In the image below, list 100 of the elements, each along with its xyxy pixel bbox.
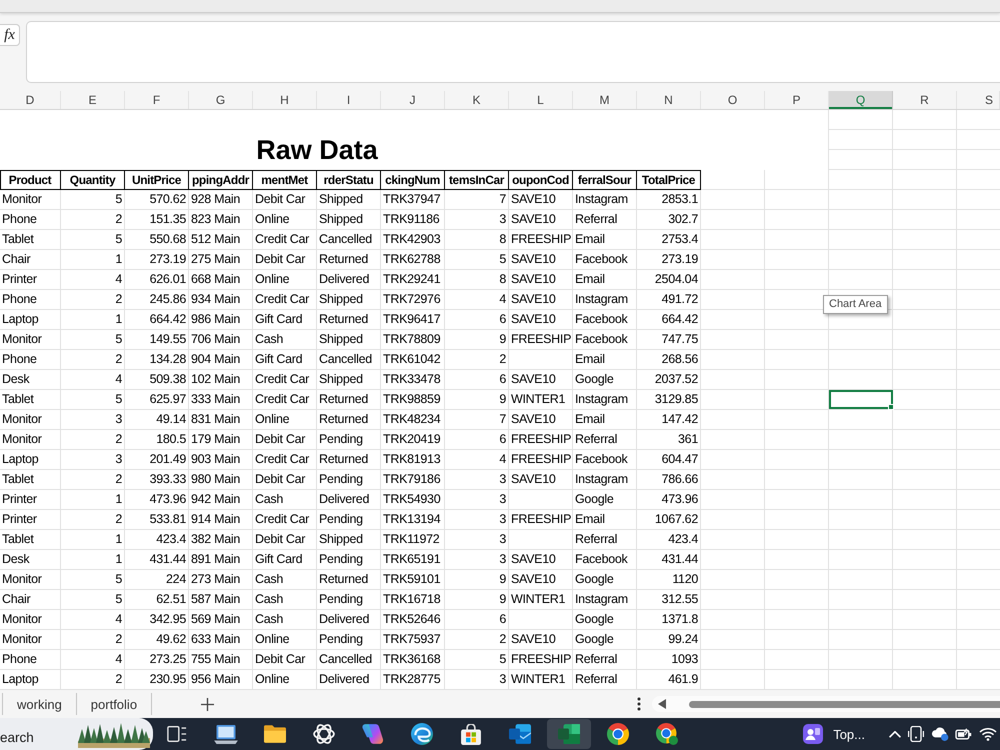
table-cell-text: Shipped	[318, 371, 364, 388]
table-cell-text: 831 Main	[190, 411, 242, 428]
table-cell-text: 587 Main	[190, 591, 242, 608]
chart-tooltip: Chart Area	[823, 295, 888, 314]
table-cell-text: Facebook	[574, 451, 629, 468]
table-header: ckingNum	[381, 170, 445, 190]
fill-handle[interactable]	[888, 404, 894, 410]
table-cell-text: Returned	[318, 411, 370, 428]
column-letter[interactable]: L	[509, 91, 573, 109]
table-cell-text: Cash	[254, 591, 284, 608]
table-cell-text: Pending	[318, 431, 364, 448]
column-letter[interactable]: K	[445, 91, 509, 109]
table-cell-text: Credit Car	[254, 231, 310, 248]
table-cell-text: 2	[114, 211, 123, 228]
table-cell-text: 49.62	[155, 631, 187, 648]
tray-app-button[interactable]: Top...	[797, 719, 871, 749]
column-letter[interactable]: M	[573, 91, 637, 109]
column-letter[interactable]: F	[125, 91, 189, 109]
table-cell-text: Laptop	[1, 671, 40, 688]
left-arrow-icon[interactable]	[658, 699, 666, 709]
table-cell-text: 134.28	[148, 351, 187, 368]
table-cell-text: Referral	[574, 431, 618, 448]
table-cell-text: Facebook	[574, 551, 629, 568]
column-letter[interactable]: Q	[829, 91, 893, 109]
column-letter[interactable]: G	[189, 91, 253, 109]
table-cell-text: Credit Car	[254, 291, 310, 308]
formula-input[interactable]	[26, 21, 1000, 83]
more-icon[interactable]	[637, 697, 641, 711]
table-cell-text: Cash	[254, 611, 284, 628]
column-letter[interactable]: D	[0, 91, 61, 109]
table-cell-text: TRK13194	[382, 511, 442, 528]
table-cell-text: 2853.1	[660, 191, 699, 208]
table-cell-text: Monitor	[1, 411, 43, 428]
table-cell-text: 461.9	[667, 671, 699, 688]
table-cell-text: Online	[254, 411, 290, 428]
wifi-icon[interactable]	[979, 727, 997, 741]
table-cell-text: Tablet	[1, 231, 35, 248]
table-cell-text: 626.01	[148, 271, 187, 288]
sheet-title: Raw Data	[256, 134, 378, 166]
table-cell-text: 747.75	[660, 331, 699, 348]
table-cell-text: 4	[114, 371, 123, 388]
cloud-icon[interactable]	[931, 727, 949, 741]
table-cell-text: Google	[574, 371, 615, 388]
table-cell-text: SAVE10	[510, 311, 557, 328]
column-letter[interactable]: O	[701, 91, 765, 109]
table-cell-text: SAVE10	[510, 371, 557, 388]
table-cell-text: 903 Main	[190, 451, 242, 468]
column-letter[interactable]: E	[61, 91, 125, 109]
table-cell-text: Laptop	[1, 451, 40, 468]
phone-icon[interactable]	[907, 726, 925, 742]
table-cell-text: 1	[114, 251, 123, 268]
mail-tile-icon	[509, 724, 531, 744]
table-cell-text: 550.68	[148, 231, 187, 248]
column-letter[interactable]: H	[253, 91, 317, 109]
table-cell-text: Phone	[1, 651, 38, 668]
column-letter[interactable]: R	[893, 91, 957, 109]
table-cell-text: 664.42	[148, 311, 187, 328]
column-letter[interactable]: S	[957, 91, 1000, 109]
column-letter[interactable]: N	[637, 91, 701, 109]
table-cell-text: FREESHIP	[510, 511, 572, 528]
table-cell-text: Pending	[318, 511, 364, 528]
table-cell-text: Credit Car	[254, 371, 310, 388]
table-cell-text: Shipped	[318, 211, 364, 228]
table-cell-text: Delivered	[318, 671, 370, 688]
battery-icon[interactable]	[955, 728, 973, 740]
table-cell-text: Laptop	[1, 311, 40, 328]
table-cell-text: 49.14	[155, 411, 187, 428]
table-cell-text: Delivered	[318, 491, 370, 508]
table-cell-text: Online	[254, 211, 290, 228]
laptop-icon	[214, 724, 238, 744]
shopping-bag-icon	[461, 724, 481, 744]
table-cell-text: Phone	[1, 291, 38, 308]
table-cell-text: SAVE10	[510, 271, 557, 288]
plus-icon[interactable]	[200, 698, 214, 710]
table-cell-text: 473.96	[148, 491, 187, 508]
table-cell-text: 4	[114, 651, 123, 668]
table-cell-text: 431.44	[148, 551, 187, 568]
table-cell-text: 423.4	[155, 531, 187, 548]
table-cell-text: FREESHIP	[510, 431, 572, 448]
horizontal-scrollbar[interactable]	[652, 696, 1000, 712]
column-letter[interactable]: J	[381, 91, 445, 109]
table-cell-text: 980 Main	[190, 471, 242, 488]
table-cell-text: Monitor	[1, 431, 43, 448]
table-cell-text: 928 Main	[190, 191, 242, 208]
scrollbar-thumb[interactable]	[689, 700, 1000, 708]
table-cell-text: 3	[498, 511, 507, 528]
table-cell-text: 3	[114, 451, 123, 468]
table-cell-text: 2	[114, 291, 123, 308]
column-letter[interactable]: I	[317, 91, 381, 109]
table-cell-text: 312.55	[660, 591, 699, 608]
table-cell-text: Cancelled	[318, 231, 373, 248]
active-cell[interactable]	[829, 390, 893, 409]
table-cell-text: 914 Main	[190, 511, 242, 528]
chevron-up-icon[interactable]	[889, 730, 901, 738]
table-cell-text: Online	[254, 671, 290, 688]
sheet-tab[interactable]: working	[3, 693, 77, 715]
function-button[interactable]: fx	[0, 24, 20, 46]
table-cell-text: Delivered	[318, 271, 370, 288]
sheet-tab[interactable]: portfolio	[76, 693, 152, 715]
table-cell-text: 986 Main	[190, 311, 242, 328]
